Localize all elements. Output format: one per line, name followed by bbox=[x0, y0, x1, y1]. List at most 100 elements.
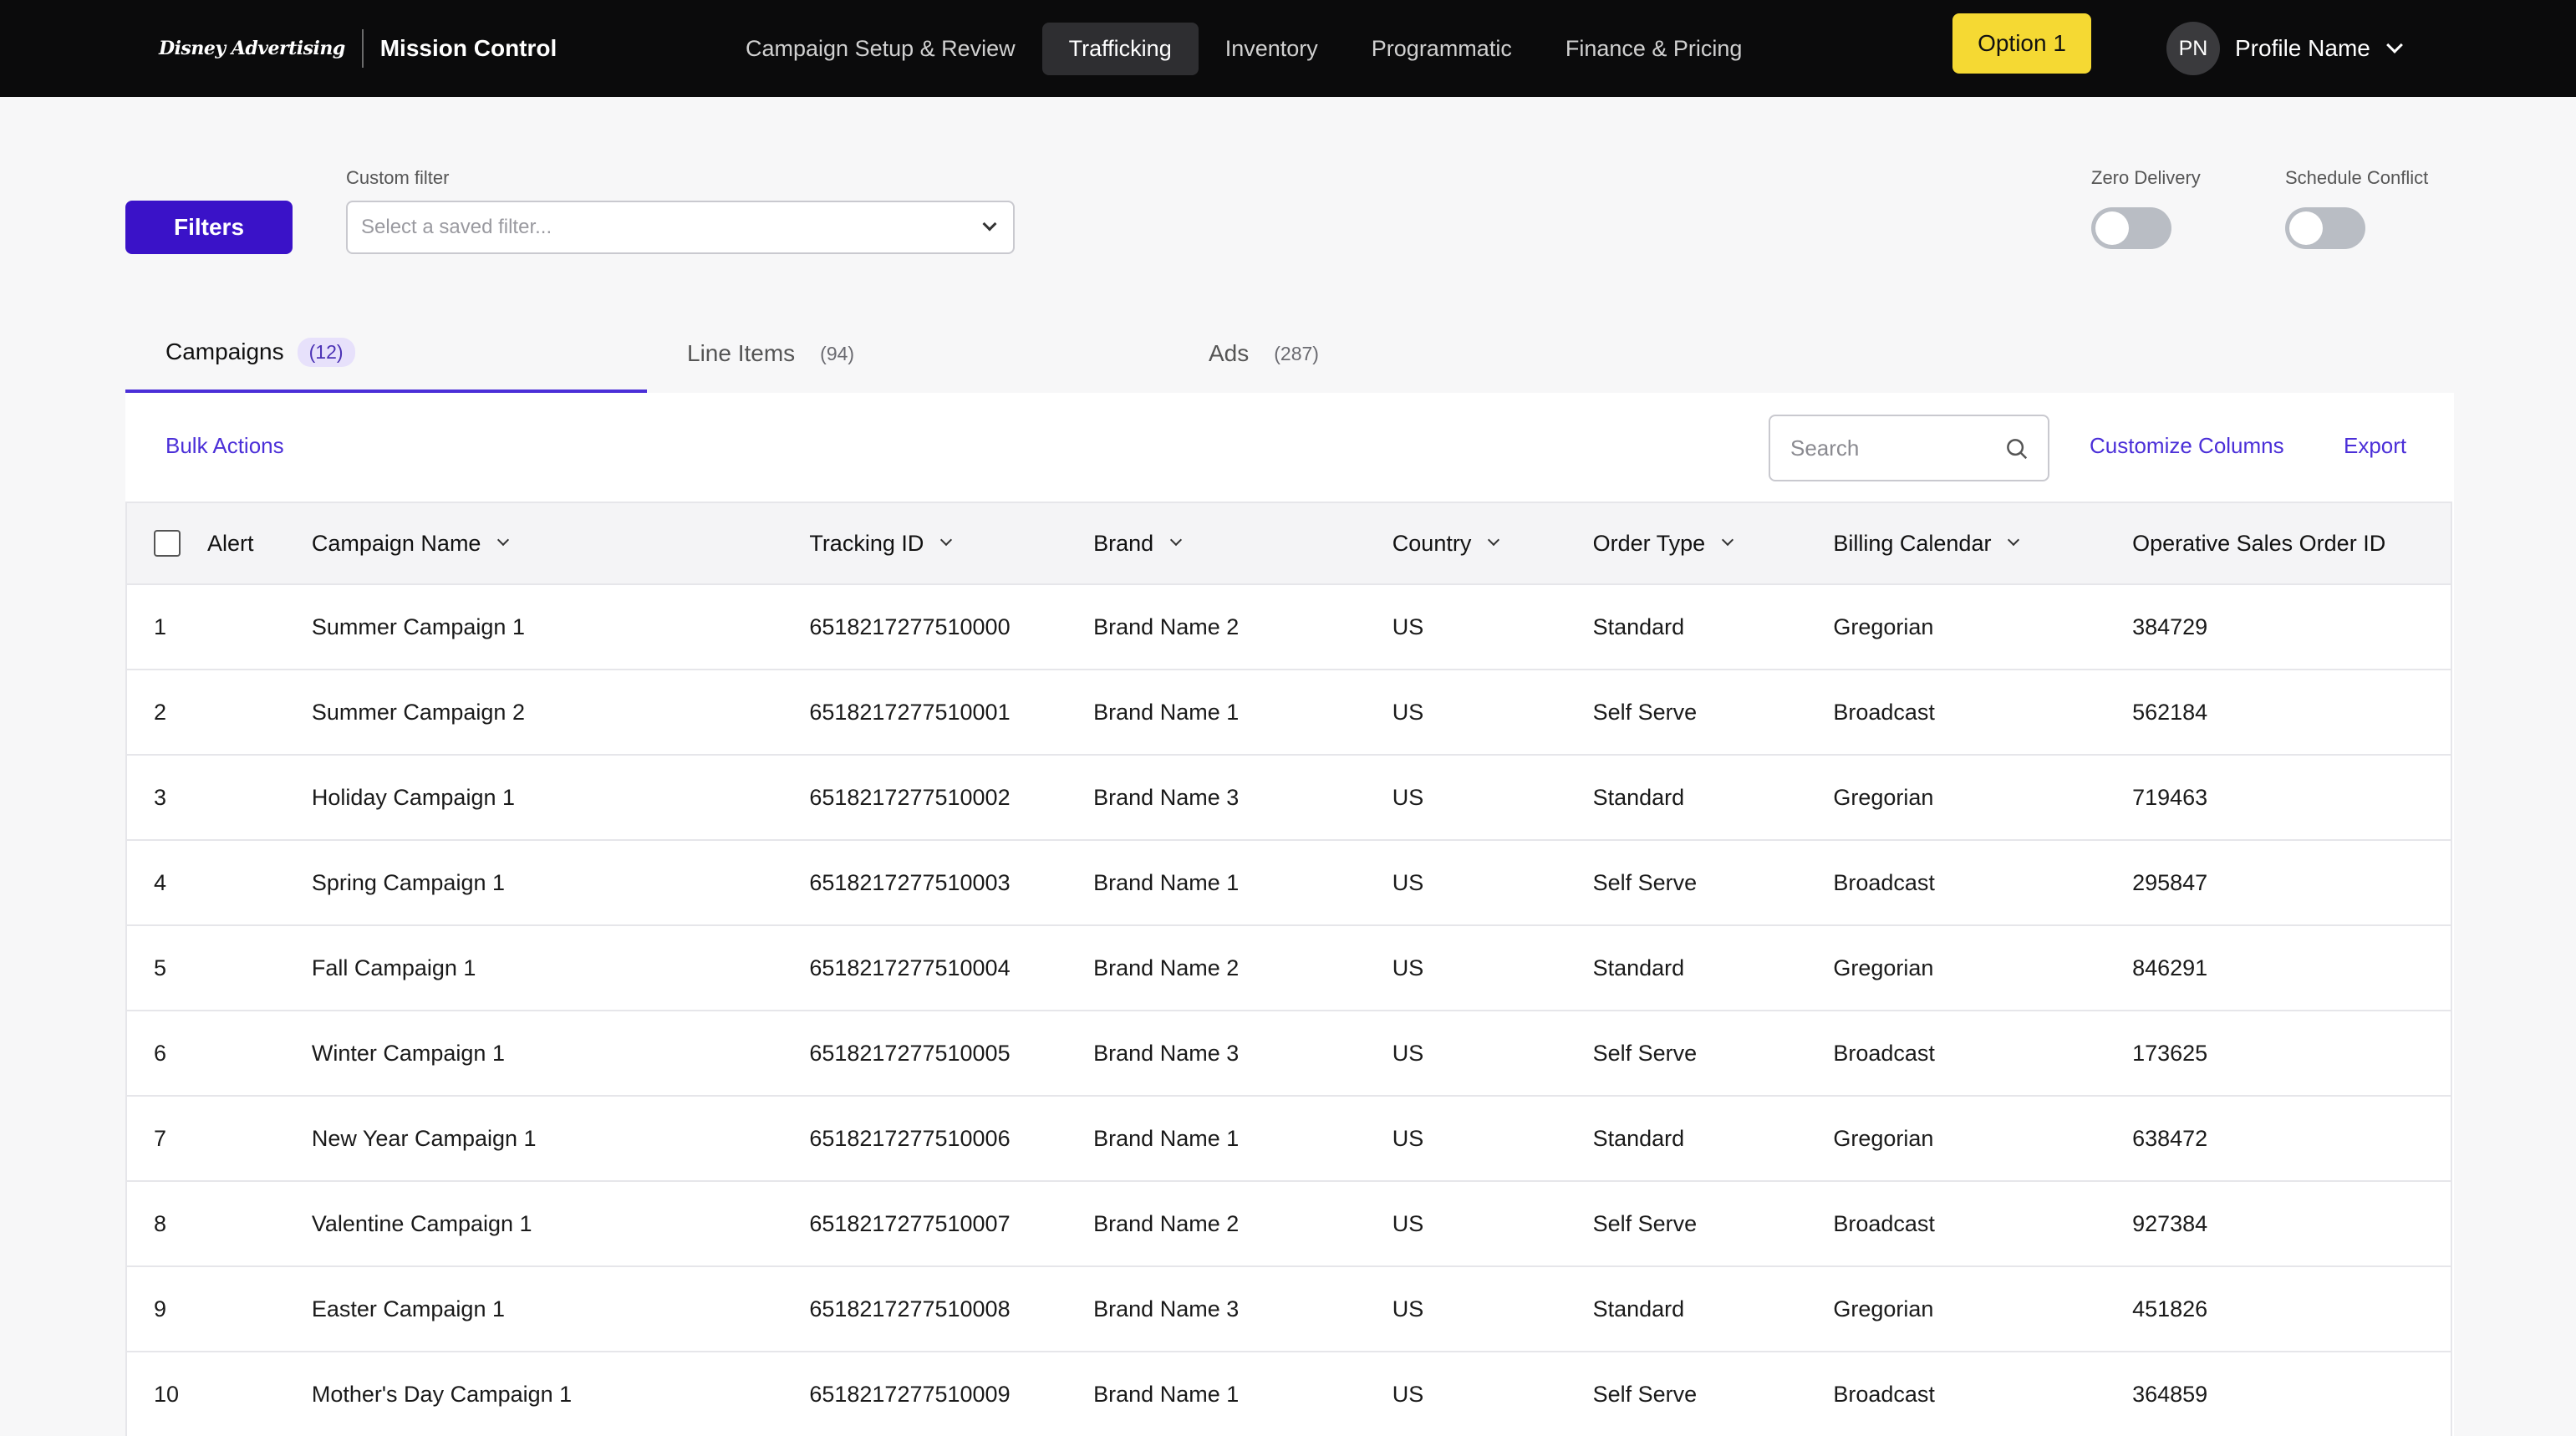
tab-label: Campaigns bbox=[165, 339, 284, 364]
cell-billing-calendar: Gregorian bbox=[1833, 1266, 2133, 1352]
chevron-down-icon bbox=[1722, 533, 1734, 547]
cell-country: US bbox=[1392, 1096, 1593, 1182]
cell-order-type: Self Serve bbox=[1592, 1011, 1834, 1097]
cell-operative-sales-order-id: 295847 bbox=[2132, 840, 2451, 926]
table-row[interactable]: 4 Spring Campaign 1 6518217277510003 Brand … bbox=[126, 840, 2451, 926]
cell-tracking-id: 6518217277510004 bbox=[809, 925, 1094, 1011]
schedule-conflict-toggle[interactable] bbox=[2285, 207, 2365, 249]
zero-delivery-toggle[interactable] bbox=[2091, 207, 2171, 249]
cell-order-type: Self Serve bbox=[1592, 670, 1834, 756]
nav-inventory[interactable]: Inventory bbox=[1199, 23, 1345, 75]
table-row[interactable]: 5 Fall Campaign 1 6518217277510004 Brand Na… bbox=[126, 925, 2451, 1011]
cell-row-number: 8 bbox=[126, 1181, 312, 1267]
column-header-order-type[interactable]: Order Type bbox=[1592, 502, 1834, 585]
column-header-campaign-name[interactable]: Campaign Name bbox=[311, 502, 810, 585]
cell-order-type: Standard bbox=[1592, 584, 1834, 670]
column-header-label: Order Type bbox=[1592, 530, 1706, 556]
cell-order-type: Standard bbox=[1592, 1096, 1834, 1182]
cell-country: US bbox=[1392, 1181, 1593, 1267]
bulk-actions-link[interactable]: Bulk Actions bbox=[165, 433, 284, 459]
search-placeholder: Search bbox=[1790, 435, 1860, 461]
column-header-billing-calendar[interactable]: Billing Calendar bbox=[1833, 502, 2133, 585]
column-header-label: Billing Calendar bbox=[1833, 530, 1992, 556]
tab-count-badge: (12) bbox=[297, 337, 355, 367]
tab-count-badge: (287) bbox=[1274, 342, 1319, 364]
cell-campaign-name: New Year Campaign 1 bbox=[311, 1096, 810, 1182]
search-icon bbox=[2007, 439, 2028, 460]
cell-country: US bbox=[1392, 840, 1593, 926]
cell-tracking-id: 6518217277510002 bbox=[809, 755, 1094, 841]
cell-tracking-id: 6518217277510009 bbox=[809, 1352, 1094, 1436]
avatar: PN bbox=[2166, 22, 2220, 75]
column-header-brand[interactable]: Brand bbox=[1093, 502, 1392, 585]
cell-country: US bbox=[1392, 925, 1593, 1011]
nav-finance-pricing[interactable]: Finance & Pricing bbox=[1539, 23, 1769, 75]
custom-filter-label: Custom filter bbox=[346, 167, 450, 188]
cell-row-number: 7 bbox=[126, 1096, 312, 1182]
tab-line-items[interactable]: Line Items (94) bbox=[647, 314, 1168, 393]
cell-billing-calendar: Broadcast bbox=[1833, 1352, 2133, 1436]
brand[interactable]: Disney Advertising Mission Control bbox=[159, 0, 557, 97]
zero-delivery-label: Zero Delivery bbox=[2091, 167, 2201, 188]
cell-tracking-id: 6518217277510007 bbox=[809, 1181, 1094, 1267]
cell-row-number: 4 bbox=[126, 840, 312, 926]
column-header-tracking-id[interactable]: Tracking ID bbox=[809, 502, 1094, 585]
table-row[interactable]: 7 New Year Campaign 1 6518217277510006 Bran… bbox=[126, 1096, 2451, 1182]
profile-menu[interactable]: PN Profile Name bbox=[2166, 0, 2403, 97]
cell-billing-calendar: Broadcast bbox=[1833, 1011, 2133, 1097]
column-header-alert: Alert bbox=[126, 502, 312, 585]
cell-order-type: Standard bbox=[1592, 1266, 1834, 1352]
tab-ads[interactable]: Ads (287) bbox=[1168, 314, 1690, 393]
table-row[interactable]: 8 Valentine Campaign 1 6518217277510007 Bra… bbox=[126, 1181, 2451, 1267]
cell-campaign-name: Mother's Day Campaign 1 bbox=[311, 1352, 810, 1436]
chevron-down-icon bbox=[2385, 37, 2403, 53]
cell-row-number: 1 bbox=[126, 584, 312, 670]
table-row[interactable]: 10 Mother's Day Campaign 1 651821727751000… bbox=[126, 1352, 2451, 1436]
cell-order-type: Self Serve bbox=[1592, 1352, 1834, 1436]
select-all-checkbox[interactable] bbox=[154, 530, 181, 557]
custom-filter-placeholder: Select a saved filter... bbox=[361, 216, 552, 238]
option-button[interactable]: Option 1 bbox=[1952, 13, 2091, 74]
table-row[interactable]: 2 Summer Campaign 2 6518217277510001 Brand … bbox=[126, 670, 2451, 756]
cell-country: US bbox=[1392, 755, 1593, 841]
column-header-country[interactable]: Country bbox=[1392, 502, 1593, 585]
table-body: 1 Summer Campaign 1 6518217277510000 Brand … bbox=[126, 584, 2451, 1436]
chevron-down-icon bbox=[982, 216, 997, 232]
nav-programmatic[interactable]: Programmatic bbox=[1345, 23, 1539, 75]
filters-button[interactable]: Filters bbox=[125, 201, 293, 254]
chevron-down-icon bbox=[1170, 533, 1183, 547]
table-row[interactable]: 1 Summer Campaign 1 6518217277510000 Brand … bbox=[126, 584, 2451, 670]
cell-brand: Brand Name 3 bbox=[1093, 755, 1392, 841]
custom-filter-select[interactable]: Select a saved filter... bbox=[346, 201, 1015, 254]
nav-campaign-setup[interactable]: Campaign Setup & Review bbox=[719, 23, 1042, 75]
cell-billing-calendar: Gregorian bbox=[1833, 755, 2133, 841]
cell-tracking-id: 6518217277510003 bbox=[809, 840, 1094, 926]
tab-label: Ads bbox=[1209, 340, 1250, 366]
nav-trafficking[interactable]: Trafficking bbox=[1041, 22, 1199, 75]
table-row[interactable]: 6 Winter Campaign 1 6518217277510005 Brand … bbox=[126, 1011, 2451, 1097]
cell-brand: Brand Name 3 bbox=[1093, 1266, 1392, 1352]
search-input[interactable]: Search bbox=[1769, 415, 2049, 481]
export-link[interactable]: Export bbox=[2344, 433, 2406, 459]
column-header-operative-sales-order-id[interactable]: Operative Sales Order ID bbox=[2132, 502, 2451, 585]
cell-order-type: Standard bbox=[1592, 755, 1834, 841]
table-row[interactable]: 9 Easter Campaign 1 6518217277510008 Brand … bbox=[126, 1266, 2451, 1352]
toggle-knob bbox=[2289, 211, 2323, 245]
cell-operative-sales-order-id: 719463 bbox=[2132, 755, 2451, 841]
cell-country: US bbox=[1392, 1266, 1593, 1352]
cell-billing-calendar: Broadcast bbox=[1833, 1181, 2133, 1267]
cell-campaign-name: Summer Campaign 1 bbox=[311, 584, 810, 670]
cell-order-type: Self Serve bbox=[1592, 840, 1834, 926]
customize-columns-link[interactable]: Customize Columns bbox=[2090, 433, 2284, 459]
cell-operative-sales-order-id: 927384 bbox=[2132, 1181, 2451, 1267]
cell-campaign-name: Spring Campaign 1 bbox=[311, 840, 810, 926]
profile-name: Profile Name bbox=[2235, 35, 2370, 61]
table-row[interactable]: 3 Holiday Campaign 1 6518217277510002 Brand… bbox=[126, 755, 2451, 841]
cell-operative-sales-order-id: 451826 bbox=[2132, 1266, 2451, 1352]
tab-campaigns[interactable]: Campaigns (12) bbox=[125, 314, 647, 393]
schedule-conflict-label: Schedule Conflict bbox=[2285, 167, 2429, 188]
cell-brand: Brand Name 1 bbox=[1093, 670, 1392, 756]
chevron-down-icon bbox=[2008, 533, 2020, 547]
cell-campaign-name: Fall Campaign 1 bbox=[311, 925, 810, 1011]
cell-tracking-id: 6518217277510001 bbox=[809, 670, 1094, 756]
